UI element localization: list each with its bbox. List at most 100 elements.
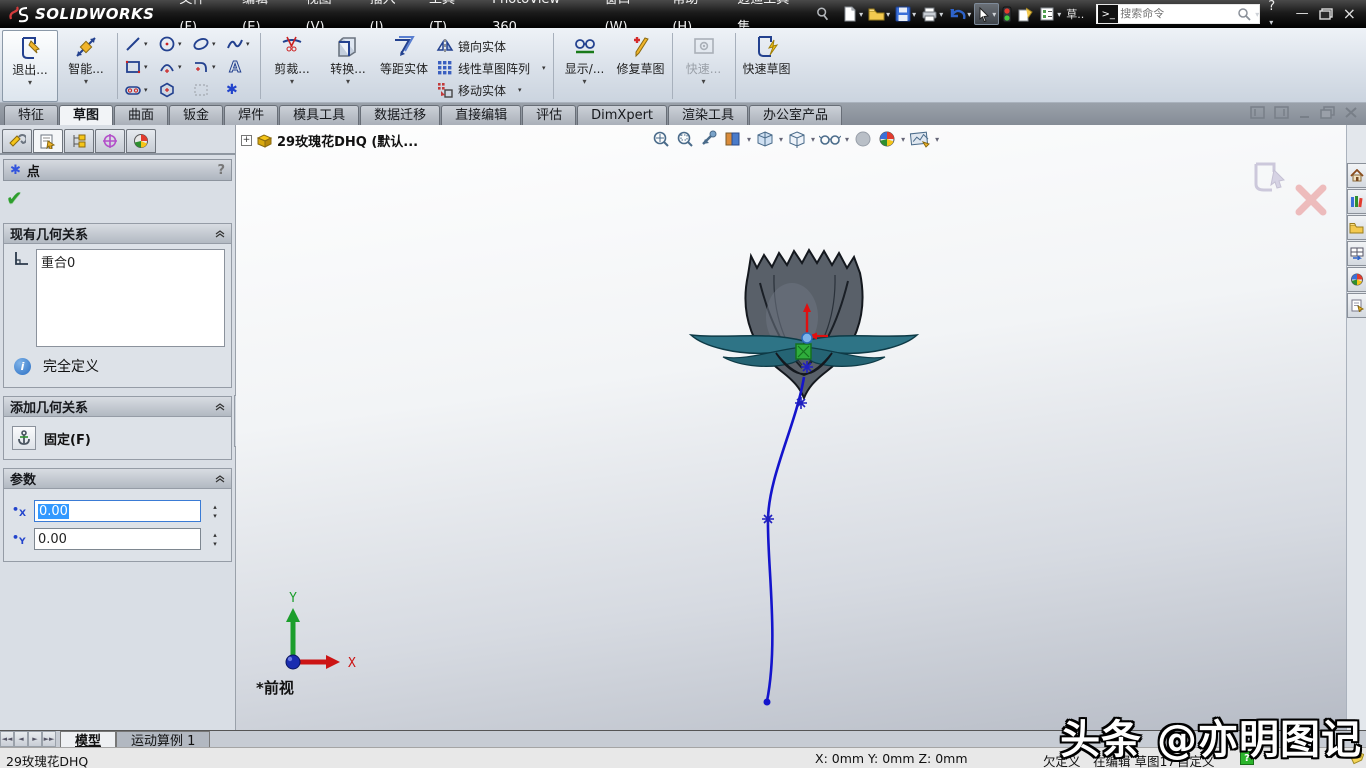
spline-endpoint[interactable] (764, 699, 771, 706)
file-properties-button[interactable] (1015, 3, 1036, 25)
command-manager-tabs: 特征 草图 曲面 钣金 焊件 模具工具 数据迁移 直接编辑 评估 DimXper… (0, 103, 1366, 125)
file-explorer-tab[interactable] (1347, 215, 1366, 240)
convert-entities-button[interactable]: 转换... ▾ (320, 30, 376, 102)
selected-point[interactable] (802, 333, 812, 343)
motion-study-tab[interactable]: 运动算例 1 (116, 731, 210, 747)
rose-flower-model[interactable] (691, 250, 917, 398)
configuration-manager-tab[interactable] (64, 129, 94, 153)
text-tool[interactable]: A (223, 55, 257, 78)
tab-mold-tools[interactable]: 模具工具 (279, 105, 359, 125)
watermark-text: 头条 @亦明图记 (1060, 707, 1362, 765)
nav-next-button[interactable]: ► (28, 731, 42, 747)
dimxpert-manager-tab[interactable] (95, 129, 125, 153)
x-spinner[interactable]: ▴▾ (207, 504, 223, 519)
tab-render-tools[interactable]: 渲染工具 (668, 105, 748, 125)
display-manager-tab[interactable] (126, 129, 156, 153)
rapid-sketch-button[interactable]: 快速草图 (739, 30, 795, 102)
nav-first-button[interactable]: ◄◄ (0, 731, 14, 747)
smart-dimension-button[interactable]: 智能... ▾ (58, 30, 114, 102)
point-tool[interactable]: ✱ (223, 78, 257, 101)
parameters-header[interactable]: 参数 (4, 469, 231, 489)
model-tab[interactable]: 模型 (60, 731, 116, 747)
help-question-icon[interactable]: ? (217, 163, 225, 178)
resources-home-tab[interactable] (1347, 163, 1366, 188)
arc-tool[interactable]: ▾ (155, 55, 189, 78)
display-delete-relations-button[interactable]: 显示/... ▾ (557, 30, 613, 102)
print-button[interactable]: ▾ (919, 3, 945, 25)
slot-tool[interactable]: ▾ (121, 78, 155, 101)
spline-tool[interactable]: ▾ (223, 32, 257, 55)
sketch-qat-button[interactable]: 草.. (1064, 3, 1086, 25)
close-button[interactable]: × (1343, 8, 1356, 20)
main-area: ✱ 点 ? ✔ 现有几何关系 重合0 (0, 125, 1366, 730)
stem-spline[interactable] (764, 377, 805, 706)
existing-relations-header[interactable]: 现有几何关系 (4, 224, 231, 244)
tab-direct-editing[interactable]: 直接编辑 (441, 105, 521, 125)
doc-close-button[interactable] (1344, 106, 1358, 119)
svg-text:A: A (229, 58, 241, 76)
pane-left-toggle[interactable] (1250, 106, 1265, 119)
tab-office-products[interactable]: 办公室产品 (749, 105, 842, 125)
ellipse-tool[interactable]: ▾ (189, 32, 223, 55)
new-document-button[interactable]: ▾ (840, 3, 865, 25)
trim-entities-button[interactable]: 剪裁... ▾ (264, 30, 320, 102)
doc-restore-button[interactable] (1320, 106, 1335, 119)
save-button[interactable]: ▾ (893, 3, 918, 25)
model-canvas[interactable]: Y X (236, 125, 1346, 730)
ok-check-icon[interactable]: ✔ (6, 186, 23, 210)
tab-weldments[interactable]: 焊件 (224, 105, 278, 125)
undo-button[interactable]: ▾ (946, 3, 973, 25)
appearances-scenes-tab[interactable] (1347, 267, 1366, 292)
tab-data-migration[interactable]: 数据迁移 (360, 105, 440, 125)
repair-sketch-button[interactable]: 修复草图 (613, 30, 669, 102)
restore-button[interactable] (1319, 8, 1333, 20)
options-button[interactable]: ▾ (1037, 3, 1063, 25)
minimize-button[interactable]: — (1296, 8, 1309, 20)
exit-sketch-button[interactable]: 退出... ▾ (2, 30, 58, 102)
tab-surfaces[interactable]: 曲面 (114, 105, 168, 125)
tab-features[interactable]: 特征 (4, 105, 58, 125)
circle-tool[interactable]: ▾ (155, 32, 189, 55)
rectangle-tool[interactable]: ▾ (121, 55, 155, 78)
tab-evaluate[interactable]: 评估 (522, 105, 576, 125)
help-button[interactable]: ? ▾ (1268, 0, 1283, 29)
custom-properties-tab[interactable] (1347, 293, 1366, 318)
property-title: 点 (27, 161, 40, 180)
graphics-viewport[interactable]: + 29玫瑰花DHQ (默认... ▾ ▾ (236, 125, 1346, 730)
status-coordinates: X: 0mm Y: 0mm Z: 0mm (815, 751, 968, 766)
open-document-button[interactable]: ▾ (866, 3, 892, 25)
line-tool[interactable]: ▾ (121, 32, 155, 55)
linear-pattern-button[interactable]: 线性草图阵列 ▾ (432, 57, 550, 79)
view-palette-tab[interactable] (1347, 241, 1366, 266)
triad-y-label: Y (289, 591, 297, 606)
move-entities-button[interactable]: 移动实体 ▾ (432, 79, 550, 101)
rebuild-button[interactable] (1000, 3, 1014, 25)
search-caret[interactable]: ▾ (1255, 10, 1259, 19)
nav-prev-button[interactable]: ◄ (14, 731, 28, 747)
tab-dimxpert[interactable]: DimXpert (577, 105, 667, 125)
relation-item[interactable]: 重合0 (41, 252, 220, 271)
y-spinner[interactable]: ▴▾ (207, 532, 223, 547)
search-icon[interactable] (1237, 7, 1251, 21)
tab-sketch[interactable]: 草图 (59, 105, 113, 125)
tab-sheet-metal[interactable]: 钣金 (169, 105, 223, 125)
pane-right-toggle[interactable] (1274, 106, 1289, 119)
y-coordinate-field[interactable]: 0.00 (34, 528, 201, 550)
nav-last-button[interactable]: ►► (42, 731, 56, 747)
offset-entities-button[interactable]: 等距实体 (376, 30, 432, 102)
design-library-tab[interactable] (1347, 189, 1366, 214)
feature-manager-tab[interactable] (2, 129, 32, 153)
x-coordinate-field[interactable]: 0.00 (34, 500, 201, 522)
add-relations-header[interactable]: 添加几何关系 (4, 397, 231, 417)
solidworks-logo-icon (8, 5, 30, 23)
property-manager-tab[interactable] (33, 129, 63, 153)
menu-pin-icon[interactable] (815, 6, 830, 22)
fix-relation-button[interactable]: 固定(F) (10, 422, 225, 454)
search-input[interactable] (1120, 8, 1237, 20)
polygon-tool[interactable] (155, 78, 189, 101)
mirror-entities-button[interactable]: 镜向实体 (432, 35, 550, 57)
fillet-tool[interactable]: ▾ (189, 55, 223, 78)
relations-listbox[interactable]: 重合0 (36, 249, 225, 347)
doc-minimize-button[interactable] (1298, 106, 1311, 119)
select-tool-button[interactable]: ▾ (974, 3, 999, 25)
